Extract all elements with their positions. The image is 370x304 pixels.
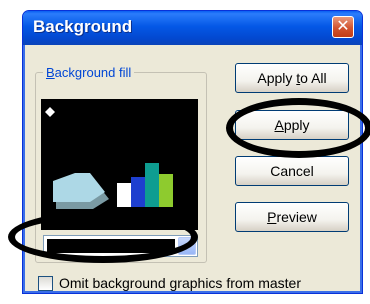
apply-to-all-button[interactable]: Apply to All [235, 63, 349, 93]
chart-bar-green [159, 174, 173, 207]
chart-bar-teal [145, 163, 159, 207]
fill-color-dropdown[interactable]: ▼ [43, 235, 198, 257]
dialog-title: Background [33, 17, 133, 36]
apply-button[interactable]: Apply [235, 110, 349, 140]
dialog-body: Background fill ▼ Apply to All Apply Can… [23, 45, 362, 293]
omit-graphics-checkbox[interactable] [38, 276, 53, 291]
close-icon: ✕ [336, 18, 350, 35]
background-dialog: Background ✕ Background fill ▼ Apply to … [22, 10, 363, 294]
omit-graphics-label[interactable]: Omit background graphics from master [59, 275, 301, 291]
title-bar[interactable]: Background ✕ [23, 11, 362, 45]
preview-graphic [45, 107, 173, 209]
fill-color-swatch [47, 239, 175, 253]
sparkle-icon [45, 107, 55, 117]
cancel-button[interactable]: Cancel [235, 156, 349, 186]
chart-bar-blue [131, 177, 145, 207]
dropdown-arrow-icon[interactable]: ▼ [178, 237, 196, 255]
background-fill-label: Background fill [43, 65, 135, 80]
preview-button[interactable]: Preview [235, 202, 349, 232]
background-preview [41, 99, 198, 230]
chart-bar-white [117, 183, 131, 207]
close-button[interactable]: ✕ [332, 16, 354, 38]
